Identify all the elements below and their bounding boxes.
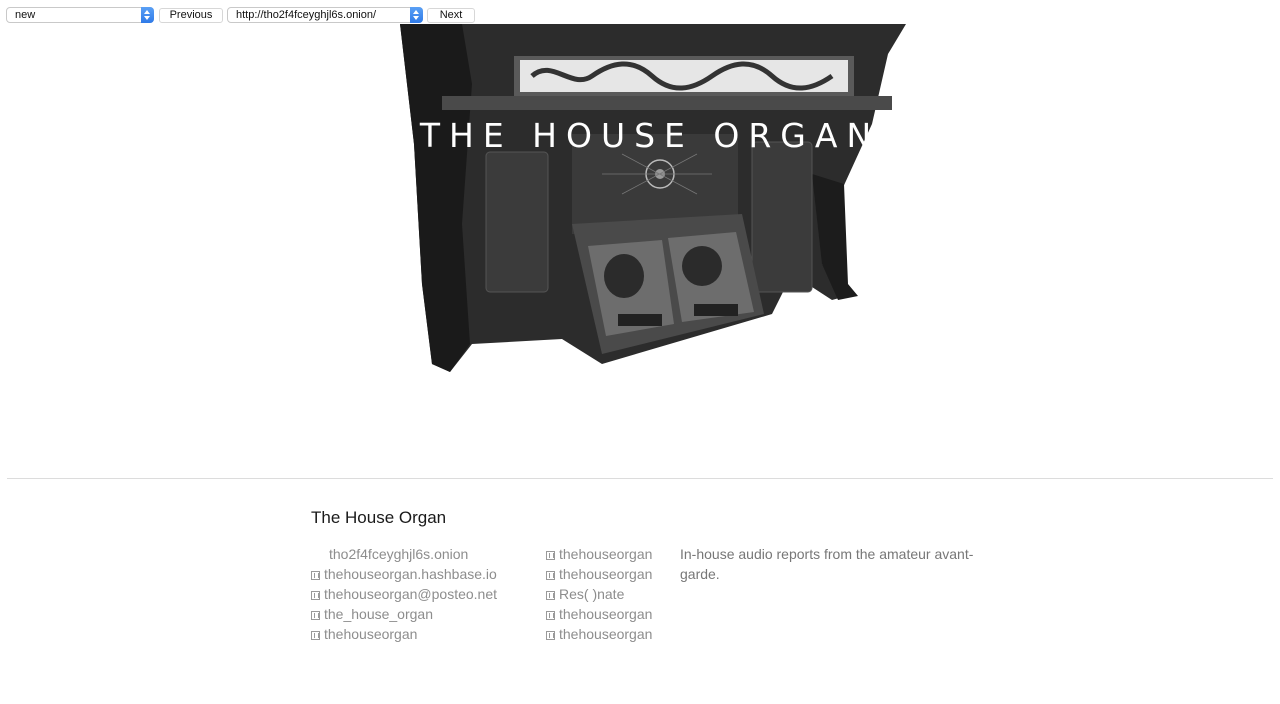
url-select-value: http://tho2f4fceyghjl6s.onion/: [236, 9, 377, 21]
onion-link[interactable]: tho2f4fceyghjl6s.onion: [311, 544, 497, 564]
link-icon: [546, 611, 555, 620]
chevron-updown-icon: [410, 7, 423, 23]
mode-select[interactable]: new: [6, 7, 154, 23]
site-description: In-house audio reports from the amateur …: [680, 546, 974, 582]
links-right-column: thehouseorgan thehouseorgan Res( )nate t…: [546, 544, 652, 644]
social-link[interactable]: thehouseorgan: [546, 564, 652, 584]
next-button[interactable]: Next: [427, 8, 475, 23]
link-icon: [311, 571, 320, 580]
email-link[interactable]: thehouseorgan@posteo.net: [311, 584, 497, 604]
link-icon: [311, 611, 320, 620]
link-icon: [546, 631, 555, 640]
divider: [7, 478, 1273, 479]
social-link[interactable]: thehouseorgan: [546, 624, 652, 644]
link-icon: [546, 591, 555, 600]
links-left-column: tho2f4fceyghjl6s.onion thehouseorgan.has…: [311, 544, 497, 644]
navigation-bar: new Previous http://tho2f4fceyghjl6s.oni…: [0, 0, 1280, 24]
blank-icon: [311, 551, 320, 560]
url-select[interactable]: http://tho2f4fceyghjl6s.onion/: [227, 7, 423, 23]
social-link[interactable]: thehouseorgan: [311, 624, 497, 644]
social-link[interactable]: the_house_organ: [311, 604, 497, 624]
previous-button[interactable]: Previous: [159, 8, 223, 23]
site-title: The House Organ: [311, 508, 447, 527]
link-icon: [546, 551, 555, 560]
link-icon: [311, 631, 320, 640]
link-icon: [546, 571, 555, 580]
social-link[interactable]: thehouseorgan: [546, 544, 652, 564]
mode-select-value: new: [15, 9, 36, 21]
organ-illustration: [400, 24, 906, 372]
link-icon: [311, 591, 320, 600]
hashbase-link[interactable]: thehouseorgan.hashbase.io: [311, 564, 497, 584]
hero-title: THE HOUSE ORGAN: [419, 116, 881, 155]
resonate-link[interactable]: Res( )nate: [546, 584, 652, 604]
chevron-updown-icon: [141, 7, 154, 23]
hero-organ-image: THE HOUSE ORGAN: [392, 24, 908, 376]
social-link[interactable]: thehouseorgan: [546, 604, 652, 624]
